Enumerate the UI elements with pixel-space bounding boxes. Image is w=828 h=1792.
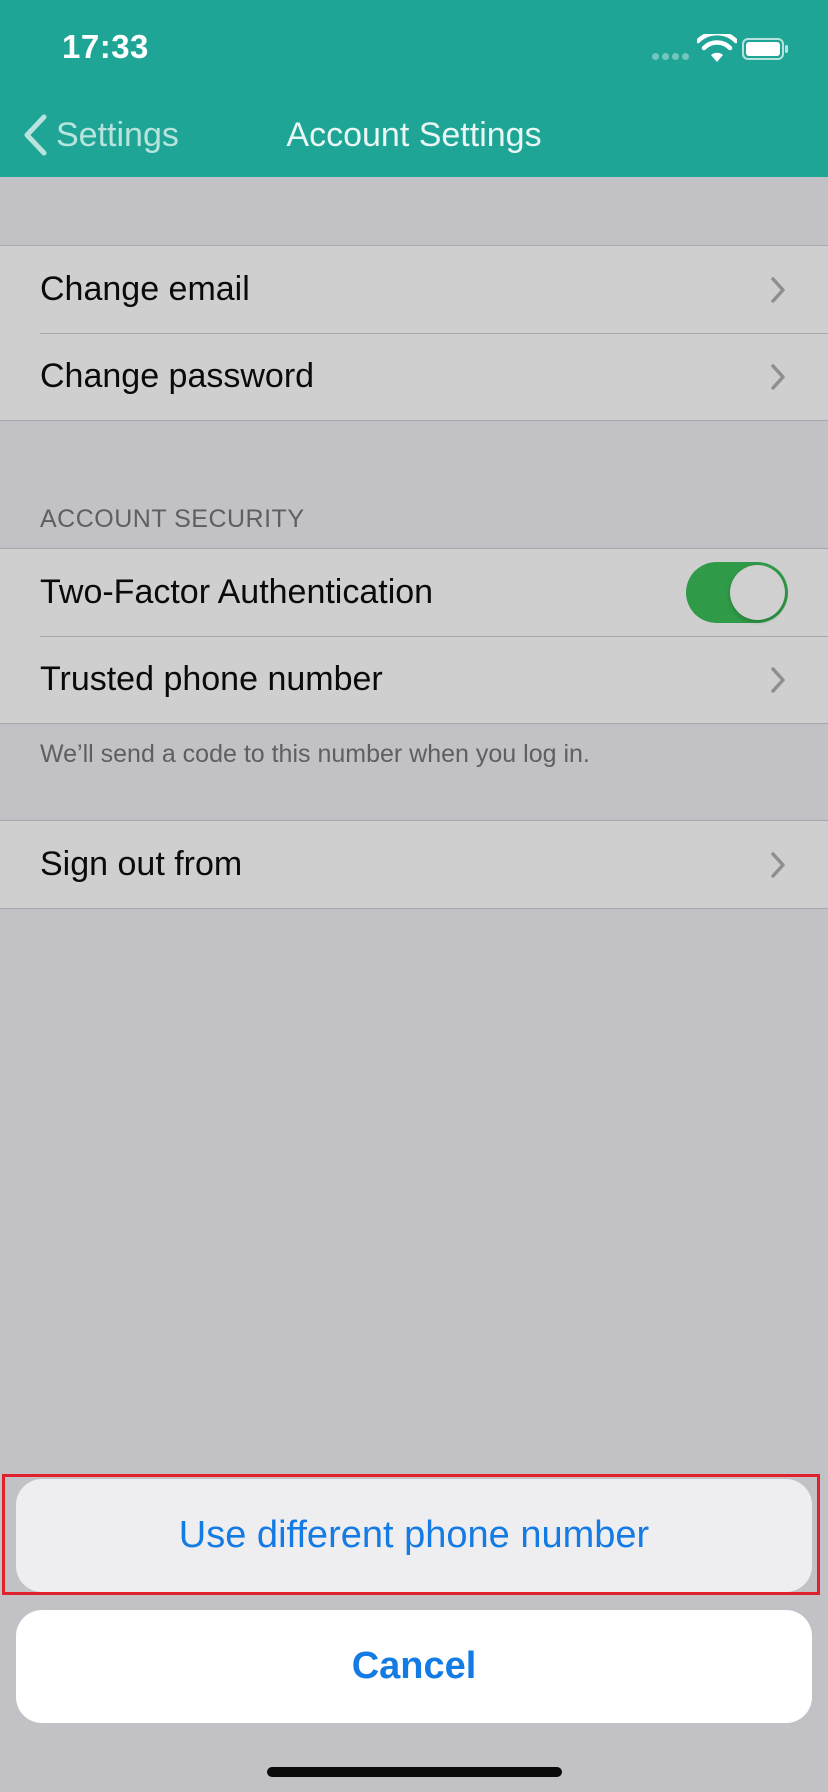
trusted-phone-label: Trusted phone number xyxy=(40,660,383,698)
cellular-signal-icon xyxy=(652,53,690,61)
sign-out-row[interactable]: Sign out from xyxy=(0,821,828,908)
status-time: 17:33 xyxy=(62,28,149,65)
chevron-right-icon xyxy=(771,667,785,693)
chevron-right-icon xyxy=(771,364,785,390)
toggle-knob xyxy=(730,565,785,620)
chevron-right-icon xyxy=(771,277,785,303)
change-email-label: Change email xyxy=(40,270,250,308)
cancel-button[interactable]: Cancel xyxy=(16,1610,812,1723)
two-factor-label: Two-Factor Authentication xyxy=(40,573,434,611)
account-security-header: ACCOUNT SECURITY xyxy=(40,505,305,533)
home-indicator[interactable] xyxy=(267,1767,562,1777)
wifi-icon xyxy=(697,34,737,62)
page-title: Account Settings xyxy=(286,116,542,154)
change-password-label: Change password xyxy=(40,357,315,395)
two-factor-row: Two-Factor Authentication xyxy=(0,549,828,636)
account-security-group: Two-Factor Authentication Trusted phone … xyxy=(0,548,828,724)
change-password-row[interactable]: Change password xyxy=(0,333,828,420)
use-different-phone-number-button[interactable]: Use different phone number xyxy=(16,1479,812,1592)
battery-full-icon xyxy=(742,38,788,60)
navigation-bar: Settings Account Settings xyxy=(0,100,828,177)
security-footer-note: We’ll send a code to this number when yo… xyxy=(40,740,590,768)
change-email-row[interactable]: Change email xyxy=(0,246,828,333)
account-settings-group: Change email Change password xyxy=(0,245,828,421)
status-bar: 17:33 xyxy=(0,0,828,100)
trusted-phone-row[interactable]: Trusted phone number xyxy=(0,636,828,723)
two-factor-toggle[interactable] xyxy=(686,562,788,623)
sign-out-group: Sign out from xyxy=(0,820,828,909)
chevron-right-icon xyxy=(771,852,785,878)
sign-out-label: Sign out from xyxy=(40,845,243,883)
